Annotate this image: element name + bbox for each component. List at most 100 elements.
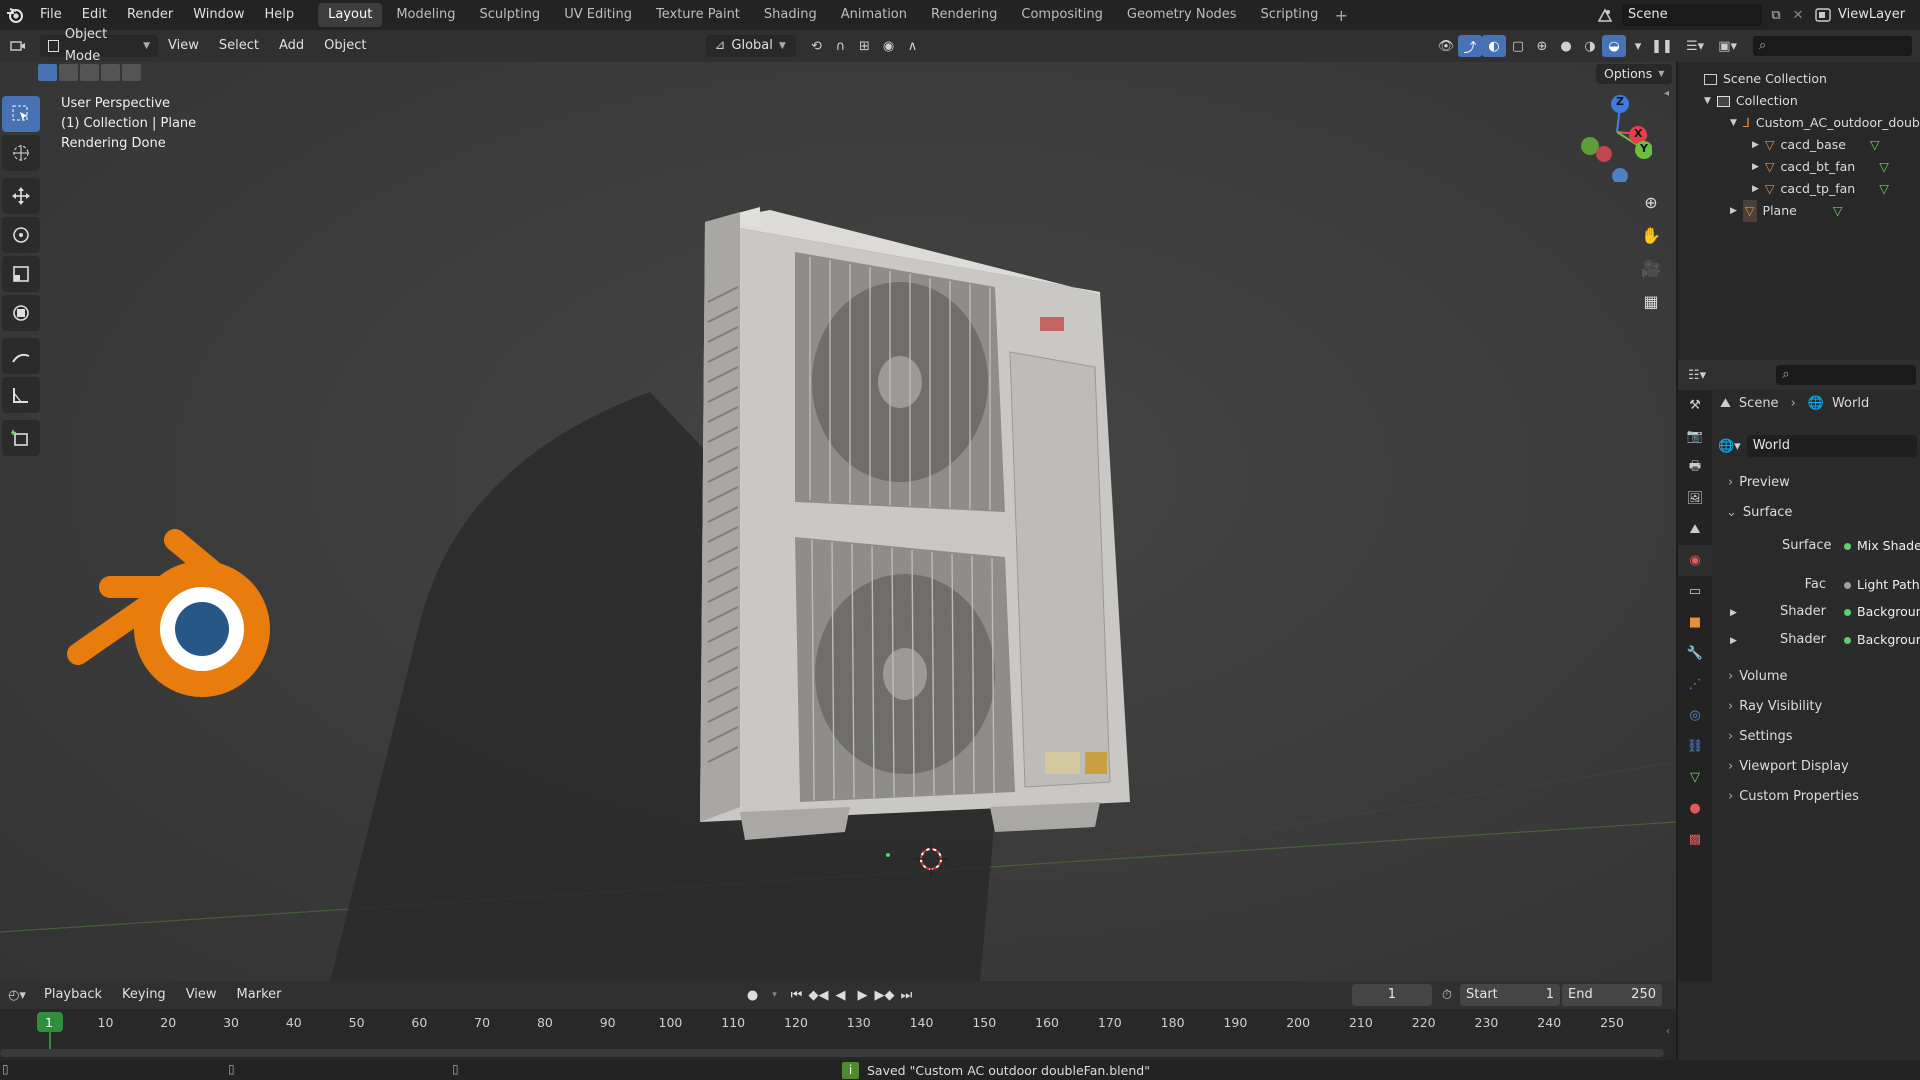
shader2-input-field[interactable]: Background	[1836, 629, 1920, 651]
grid-view-icon[interactable]: ▦	[1636, 285, 1666, 318]
panel-preview[interactable]: › Preview	[1728, 472, 1790, 494]
delete-scene-icon[interactable]: ✕	[1790, 8, 1806, 23]
timeline-menu-keying[interactable]: Keying	[112, 980, 176, 1010]
world-name-field[interactable]: World	[1746, 435, 1917, 457]
play-reverse-icon[interactable]: ◀	[829, 988, 851, 1003]
pivot-point-icon[interactable]: ⟲	[804, 35, 828, 57]
breadcrumb-world[interactable]: World	[1832, 396, 1869, 411]
current-frame-field[interactable]: 1	[1351, 984, 1432, 1006]
move-tool-icon[interactable]	[2, 178, 40, 214]
mesh-data-icon[interactable]: ▽	[1879, 156, 1889, 178]
object-tab-icon[interactable]: ■	[1678, 607, 1712, 638]
select-new-icon[interactable]	[38, 64, 57, 81]
panel-volume[interactable]: › Volume	[1728, 666, 1788, 688]
cursor-tool-icon[interactable]	[2, 135, 40, 171]
data-tab-icon[interactable]: ▽	[1678, 762, 1712, 793]
collapse-region-icon[interactable]: ‹	[1666, 1026, 1670, 1037]
modifier-tab-icon[interactable]: 🔧	[1678, 638, 1712, 669]
outliner-scene-collection[interactable]: Scene Collection	[1704, 68, 1827, 90]
render-tab-icon[interactable]: 📷	[1678, 421, 1712, 452]
record-options-icon[interactable]: ▾	[763, 990, 785, 1000]
material-shading-icon[interactable]: ◑	[1578, 35, 1602, 57]
select-subtract-icon[interactable]	[80, 64, 99, 81]
expand-arrow-icon[interactable]: ▶	[1730, 636, 1737, 646]
scene-tab-icon[interactable]: ⛰	[1678, 514, 1712, 545]
collapse-arrow-icon[interactable]: ▶	[1752, 178, 1759, 200]
properties-editor-icon[interactable]: ☷▾	[1688, 368, 1706, 383]
solid-shading-icon[interactable]: ●	[1554, 35, 1578, 57]
expand-arrow-icon[interactable]: ▼	[1704, 90, 1711, 112]
tab-uv-editing[interactable]: UV Editing	[554, 3, 642, 27]
panel-custom-properties[interactable]: › Custom Properties	[1728, 786, 1859, 808]
viewport-menu-select[interactable]: Select	[209, 31, 269, 61]
panel-surface[interactable]: ⌄ Surface	[1726, 502, 1792, 524]
surface-shader-field[interactable]: Mix Shader	[1836, 535, 1920, 557]
collapse-arrow-icon[interactable]: ▶	[1730, 200, 1737, 222]
constraints-tab-icon[interactable]: ⛓	[1678, 731, 1712, 762]
collection-tab-icon[interactable]: ▭	[1678, 576, 1712, 607]
properties-search-input[interactable]: ⌕	[1776, 365, 1916, 385]
mesh-data-icon[interactable]: ▽	[1833, 200, 1843, 222]
timeline-menu-marker[interactable]: Marker	[227, 980, 292, 1010]
display-mode-icon[interactable]: ▣▾	[1718, 39, 1737, 54]
tool-tab-icon[interactable]: ⚒	[1678, 390, 1712, 421]
start-frame-field[interactable]: Start 1	[1460, 984, 1560, 1006]
measure-tool-icon[interactable]	[2, 377, 40, 413]
options-dropdown[interactable]: Options ▼	[1596, 64, 1673, 84]
tab-modeling[interactable]: Modeling	[386, 3, 465, 27]
record-icon[interactable]: ●	[741, 988, 763, 1003]
gizmo-toggle-icon[interactable]: ⤴	[1458, 35, 1482, 57]
world-tab-icon[interactable]: ◉	[1678, 545, 1712, 576]
tab-layout[interactable]: Layout	[318, 3, 383, 27]
xray-icon[interactable]: ▢	[1506, 35, 1530, 57]
shader1-input-field[interactable]: Background	[1836, 601, 1920, 623]
preview-range-icon[interactable]: ⏱	[1442, 988, 1452, 1003]
annotate-tool-icon[interactable]	[2, 338, 40, 374]
select-box-tool-icon[interactable]	[2, 96, 40, 132]
camera-icon[interactable]: 🎥	[1636, 252, 1666, 285]
material-tab-icon[interactable]: ●	[1678, 793, 1712, 824]
play-icon[interactable]: ▶	[851, 988, 873, 1003]
outliner-editor-icon[interactable]: ☰▾	[1686, 39, 1704, 54]
outliner-mesh-cacd-bt-fan[interactable]: ▶ ▽ cacd_bt_fan ▽	[1752, 156, 1889, 178]
jump-start-icon[interactable]: ⏮	[785, 988, 807, 1003]
tab-compositing[interactable]: Compositing	[1011, 3, 1113, 27]
tab-scripting[interactable]: Scripting	[1251, 3, 1329, 27]
tab-shading[interactable]: Shading	[754, 3, 827, 27]
view-layer-icon[interactable]	[1812, 4, 1834, 26]
viewport-menu-view[interactable]: View	[158, 31, 209, 61]
panel-viewport-display[interactable]: › Viewport Display	[1728, 756, 1849, 778]
outliner-search-input[interactable]: ⌕	[1753, 36, 1912, 56]
timeline-menu-view[interactable]: View	[176, 980, 227, 1010]
tab-animation[interactable]: Animation	[831, 3, 917, 27]
transform-tool-icon[interactable]	[2, 295, 40, 331]
zoom-icon[interactable]: ⊕	[1636, 186, 1666, 219]
jump-end-icon[interactable]: ⏭	[895, 988, 917, 1003]
outliner-mesh-cacd-base[interactable]: ▶ ▽ cacd_base ▽	[1752, 134, 1880, 156]
snap-icon[interactable]: ∩	[828, 35, 852, 57]
timeline-track[interactable]: 1 10 20 30 40 50 60 70 80 90 100 110 120 130 140 150 160…	[0, 1009, 1676, 1061]
expand-arrow-icon[interactable]: ▼	[1730, 112, 1737, 134]
expand-arrow-icon[interactable]: ▶	[1730, 608, 1737, 618]
scene-name-field[interactable]: Scene	[1622, 4, 1762, 26]
select-invert-icon[interactable]	[101, 64, 120, 81]
new-scene-icon[interactable]: ⧉	[1766, 8, 1786, 23]
tab-geometry-nodes[interactable]: Geometry Nodes	[1117, 3, 1247, 27]
panel-settings[interactable]: › Settings	[1728, 726, 1793, 748]
texture-tab-icon[interactable]: ▩	[1678, 824, 1712, 855]
navigation-gizmo[interactable]: Z X Y	[1572, 92, 1652, 182]
shader2-row[interactable]: ▶ Shader	[1730, 629, 1826, 651]
menu-help[interactable]: Help	[255, 0, 305, 30]
shading-options-icon[interactable]: ▾	[1626, 35, 1650, 57]
select-intersect-icon[interactable]	[122, 64, 141, 81]
pause-render-icon[interactable]: ❚❚	[1650, 35, 1674, 57]
panel-ray-visibility[interactable]: › Ray Visibility	[1728, 696, 1822, 718]
proportional-edit-icon[interactable]: ◉	[876, 35, 900, 57]
timeline-menu-playback[interactable]: Playback	[34, 980, 112, 1010]
shader1-row[interactable]: ▶ Shader	[1730, 601, 1826, 623]
scale-tool-icon[interactable]	[2, 256, 40, 292]
tab-sculpting[interactable]: Sculpting	[469, 3, 550, 27]
transform-orientation-dropdown[interactable]: ⊿ Global ▼	[706, 35, 797, 57]
fac-input-field[interactable]: Light Path	[1836, 574, 1920, 596]
viewport-menu-add[interactable]: Add	[269, 31, 314, 61]
